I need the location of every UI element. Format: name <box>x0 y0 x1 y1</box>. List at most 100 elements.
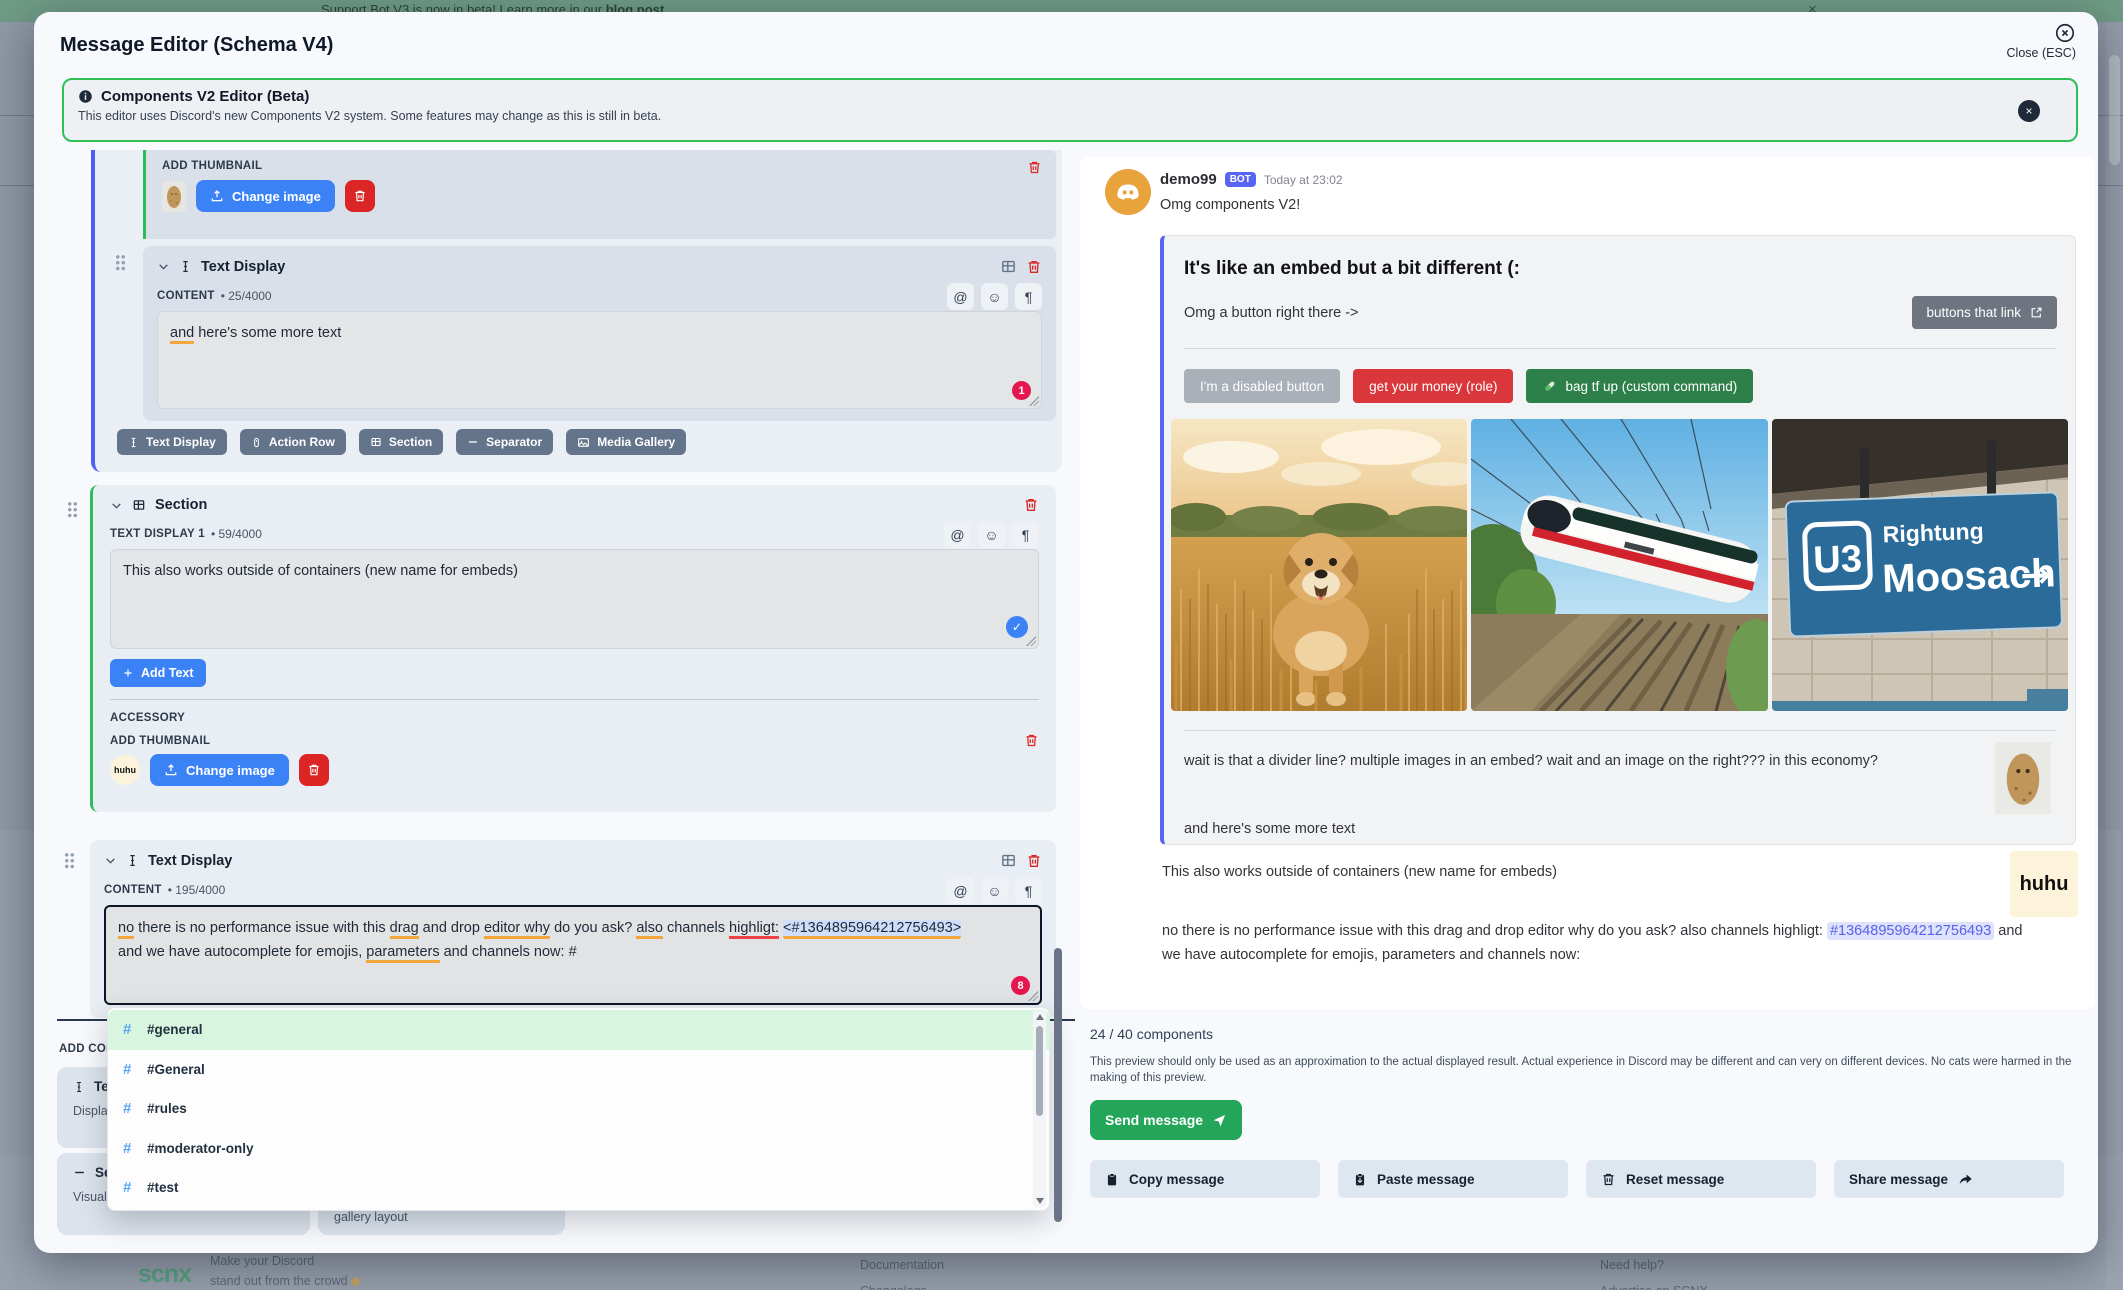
components-counter: 24 / 40 components <box>1090 1026 1213 1042</box>
remove-image-button[interactable] <box>299 754 329 786</box>
discord-mascot-icon <box>1113 177 1143 207</box>
text-display-block-1: Text Display CONTENT • 25/4000 @ ☺ ¶ and… <box>143 246 1056 421</box>
autocomplete-item-test[interactable]: ##test <box>108 1168 1049 1208</box>
close-label: Close (ESC) <box>2007 46 2076 60</box>
section-textarea[interactable]: This also works outside of containers (n… <box>110 549 1039 649</box>
dropdown-scrollbar[interactable] <box>1033 1011 1046 1207</box>
plus-icon <box>122 667 134 679</box>
trash-icon[interactable] <box>1023 497 1039 513</box>
u3-badge-text: U3 <box>1812 538 1862 582</box>
page-scrollbar-thumb[interactable] <box>2109 55 2120 165</box>
add-component-row: Text Display Action Row Section Separato… <box>117 429 1056 455</box>
mention-insert-button[interactable]: @ <box>944 521 971 548</box>
table-icon[interactable] <box>1000 852 1017 869</box>
resize-handle[interactable] <box>1028 991 1038 1001</box>
scroll-up-arrow[interactable] <box>1036 1014 1044 1020</box>
clipboard-paste-icon <box>1353 1172 1367 1187</box>
chevron-down-icon[interactable] <box>110 499 123 512</box>
paragraph-button[interactable]: ¶ <box>1015 877 1042 904</box>
add-separator-button[interactable]: Separator <box>456 429 553 455</box>
trash-icon[interactable] <box>1024 733 1039 748</box>
autocomplete-item-General[interactable]: ##General <box>108 1050 1049 1090</box>
footer-link-advertise[interactable]: Advertise on SCNX <box>1600 1284 1708 1290</box>
footer-link-changelogs[interactable]: Changelogs <box>860 1284 927 1290</box>
trash-icon[interactable] <box>1027 160 1042 175</box>
dog-image[interactable] <box>1171 419 1467 711</box>
channel-mention[interactable]: #1364895964212756493 <box>1827 922 1994 940</box>
beta-title: Components V2 Editor (Beta) <box>101 88 309 105</box>
add-action-row-button[interactable]: Action Row <box>240 429 346 455</box>
content-textarea-focused[interactable]: no there is no performance issue with th… <box>104 905 1042 1005</box>
remove-image-button[interactable] <box>345 180 375 212</box>
text-display-icon <box>128 436 139 449</box>
beta-description: This editor uses Discord's new Component… <box>78 109 2060 123</box>
emoji-insert-button[interactable]: ☺ <box>981 877 1008 904</box>
u3-sign-image[interactable]: U3 Rightung Moosach → <box>1772 419 2068 711</box>
copy-message-button[interactable]: Copy message <box>1090 1160 1320 1198</box>
resize-handle[interactable] <box>1029 396 1039 406</box>
change-image-button[interactable]: Change image <box>150 754 289 786</box>
add-text-button[interactable]: Add Text <box>110 659 206 687</box>
modal-close-button[interactable]: Close (ESC) <box>2007 22 2076 60</box>
autocomplete-item-rules[interactable]: ##rules <box>108 1089 1049 1129</box>
danger-button[interactable]: get your money (role) <box>1353 369 1513 403</box>
huhu-accessory-image[interactable]: huhu <box>2010 851 2078 917</box>
train-image[interactable] <box>1471 419 1767 711</box>
emoji-insert-button[interactable]: ☺ <box>981 283 1008 310</box>
trash-icon <box>353 189 367 203</box>
footer-link-documentation[interactable]: Documentation <box>860 1258 944 1272</box>
beta-dismiss-button[interactable]: × <box>2018 100 2040 122</box>
trash-icon <box>1601 1172 1616 1187</box>
chevron-down-icon[interactable] <box>104 854 117 867</box>
scroll-down-arrow[interactable] <box>1036 1198 1044 1204</box>
drag-handle[interactable] <box>64 852 75 869</box>
bot-badge: BOT <box>1225 172 1256 187</box>
add-media-gallery-button[interactable]: Media Gallery <box>566 429 686 455</box>
trash-icon[interactable] <box>1026 259 1042 275</box>
link-button[interactable]: buttons that link <box>1912 296 2057 329</box>
timestamp: Today at 23:02 <box>1264 173 1343 187</box>
add-section-button[interactable]: Section <box>359 429 443 455</box>
mention-insert-button[interactable]: @ <box>947 877 974 904</box>
upload-icon <box>164 763 178 777</box>
resize-handle[interactable] <box>1026 636 1036 646</box>
drag-handle[interactable] <box>67 501 78 518</box>
page-scrollbar[interactable] <box>2106 22 2123 1290</box>
success-button[interactable]: bag tf up (custom command) <box>1526 369 1753 403</box>
block-title: Text Display <box>201 259 285 275</box>
close-circle-icon <box>2054 22 2076 44</box>
username[interactable]: demo99 <box>1160 171 1217 188</box>
footer-tagline: Make your Discord <box>210 1254 314 1268</box>
share-message-button[interactable]: Share message <box>1834 1160 2064 1198</box>
paragraph-button[interactable]: ¶ <box>1015 283 1042 310</box>
potato-accessory-image[interactable] <box>1991 742 2055 814</box>
outside-text: This also works outside of containers (n… <box>1162 864 1557 880</box>
autocomplete-item-general[interactable]: ##general <box>108 1010 1049 1050</box>
content-textarea[interactable]: and here's some more text 1 <box>157 311 1042 409</box>
reset-message-button[interactable]: Reset message <box>1586 1160 1816 1198</box>
table-icon[interactable] <box>1000 258 1017 275</box>
editor-scrollbar-thumb[interactable] <box>1054 948 1062 1222</box>
separator-icon <box>467 436 479 448</box>
container-heading: It's like an embed but a bit different (… <box>1184 258 2057 280</box>
trash-icon[interactable] <box>1026 853 1042 869</box>
block-title: Text Display <box>148 853 232 869</box>
paste-message-button[interactable]: Paste message <box>1338 1160 1568 1198</box>
section-icon <box>370 436 382 448</box>
change-image-button[interactable]: Change image <box>196 180 335 212</box>
content-label: CONTENT <box>157 290 215 302</box>
add-text-display-button[interactable]: Text Display <box>117 429 227 455</box>
preview-container: It's like an embed but a bit different (… <box>1160 235 2076 845</box>
send-message-button[interactable]: Send message <box>1090 1100 1242 1140</box>
dropdown-scrollbar-thumb[interactable] <box>1036 1026 1043 1116</box>
paragraph-button[interactable]: ¶ <box>1012 521 1039 548</box>
block-title: Section <box>155 497 207 513</box>
section-icon <box>132 498 146 512</box>
footer-link-need-help[interactable]: Need help? <box>1600 1258 1664 1272</box>
mention-insert-button[interactable]: @ <box>947 283 974 310</box>
section-block: Section TEXT DISPLAY 1 • 59/4000 @ ☺ ¶ T… <box>90 485 1056 812</box>
autocomplete-item-moderator-only[interactable]: ##moderator-only <box>108 1129 1049 1169</box>
emoji-insert-button[interactable]: ☺ <box>978 521 1005 548</box>
chevron-down-icon[interactable] <box>157 260 170 273</box>
drag-handle[interactable] <box>115 254 126 271</box>
